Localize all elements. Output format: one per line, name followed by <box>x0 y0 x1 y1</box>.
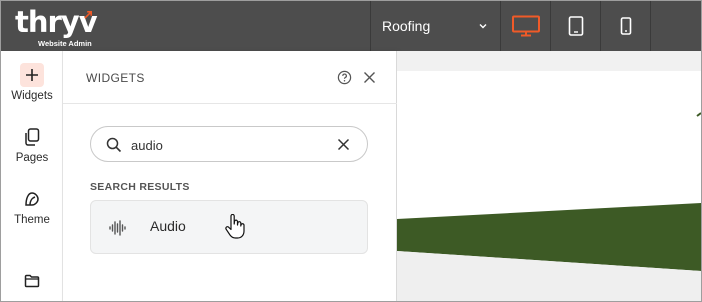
rail-item-files[interactable] <box>1 269 63 293</box>
top-bar: thryv Website Admin Roofing <box>1 1 701 51</box>
folder-icon <box>20 269 44 293</box>
widget-result-label: Audio <box>150 218 186 234</box>
hand-pointer-cursor-icon <box>225 214 245 239</box>
theme-icon <box>20 187 44 211</box>
search-input[interactable] <box>131 135 321 155</box>
chevron-down-icon <box>479 24 487 29</box>
search-icon <box>106 137 122 153</box>
device-desktop-button[interactable] <box>501 1 551 51</box>
panel-title: WIDGETS <box>86 71 145 85</box>
preview-hero-image <box>397 112 701 301</box>
device-tablet-button[interactable] <box>551 1 601 51</box>
rail-item-theme[interactable]: Theme <box>1 187 63 226</box>
top-bar-spacer <box>651 1 701 51</box>
search-results-label: SEARCH RESULTS <box>90 181 190 193</box>
panel-divider <box>63 103 397 104</box>
widget-result-audio[interactable]: Audio <box>90 200 368 254</box>
audio-waveform-icon <box>109 220 126 236</box>
app-window: thryv Website Admin Roofing Widgets Page… <box>0 0 702 302</box>
rail-item-label: Widgets <box>11 90 53 102</box>
page-selector[interactable]: Roofing <box>370 1 501 51</box>
page-selector-label: Roofing <box>382 18 431 34</box>
pages-icon <box>20 125 44 149</box>
brand-accent-icon <box>84 11 92 19</box>
widgets-panel: WIDGETS SEARCH RESULTS <box>63 51 397 301</box>
plus-icon <box>20 63 44 87</box>
rail-item-pages[interactable]: Pages <box>1 125 63 164</box>
desktop-icon <box>511 15 540 37</box>
rail-item-label: Theme <box>14 214 50 226</box>
device-mobile-button[interactable] <box>601 1 651 51</box>
rail-item-widgets[interactable]: Widgets <box>1 63 63 102</box>
brand-subtitle: Website Admin <box>38 39 92 48</box>
tablet-icon <box>568 16 583 36</box>
close-icon[interactable] <box>363 71 376 84</box>
mobile-icon <box>620 17 631 35</box>
clear-search-icon[interactable] <box>337 138 350 151</box>
rail-item-label: Pages <box>15 152 49 164</box>
widget-search-box <box>90 126 368 162</box>
brand-logo[interactable]: thryv Website Admin <box>11 5 101 49</box>
left-rail: Widgets Pages Theme <box>1 51 63 301</box>
page-preview-canvas[interactable] <box>397 51 701 301</box>
help-icon[interactable] <box>337 70 352 85</box>
